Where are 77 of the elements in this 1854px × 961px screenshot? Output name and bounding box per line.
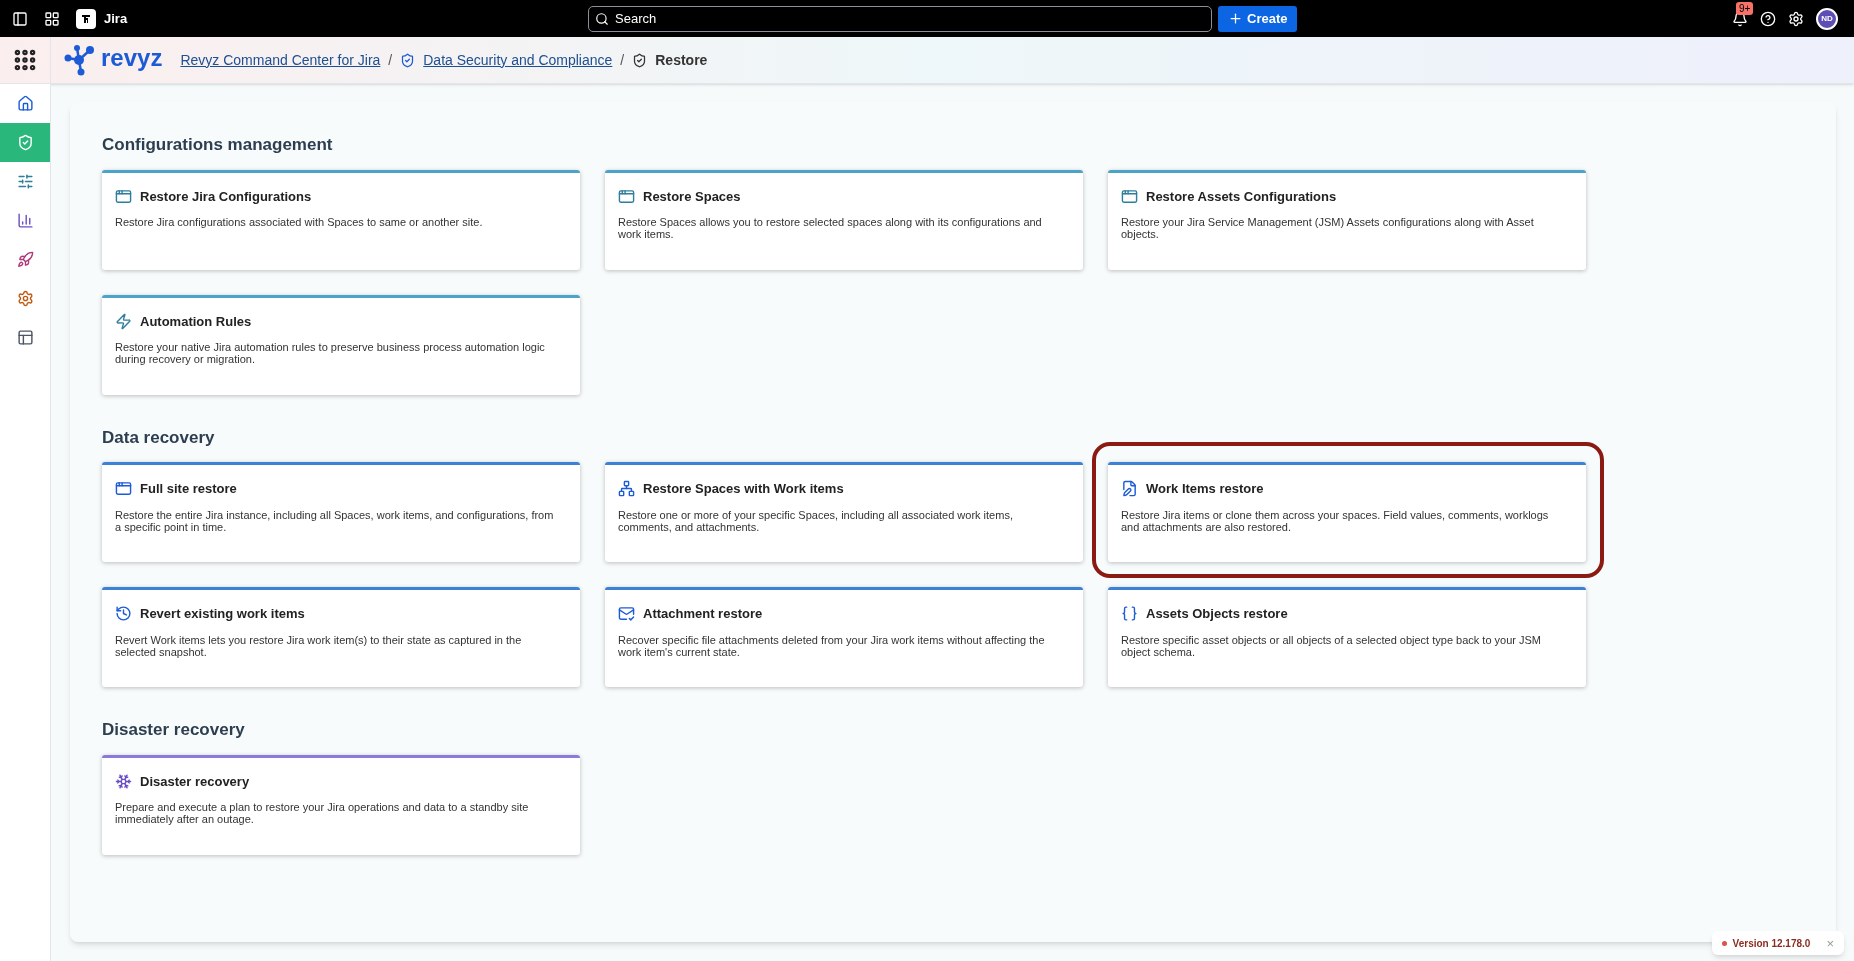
restore-card[interactable]: Restore Assets Configurations Restore your Jira Service Management (JSM) Assets configurations along with Asset objects.: [1108, 169, 1586, 270]
window-icon: [115, 187, 132, 205]
restore-card[interactable]: Attachment restore Recover specific file attachments deleted from your Jira work items without affecting the work item's current state.: [605, 587, 1083, 687]
network-icon: [618, 480, 635, 498]
sliders-icon: [16, 173, 34, 190]
sidebar-toggle-icon[interactable]: [12, 10, 28, 27]
card-title: Revert existing work items: [140, 605, 305, 623]
restore-card[interactable]: Disaster recovery Prepare and execute a plan to restore your Jira operations and data to a standby site immediately after an outage.: [102, 754, 580, 855]
user-avatar[interactable]: ND: [1816, 7, 1838, 30]
breadcrumb-link[interactable]: Data Security and Compliance: [423, 49, 613, 71]
logo-icon: [63, 43, 97, 77]
card-description: Restore the entire Jira instance, including all Spaces, work items, and configurations, from a specific point in time.: [115, 508, 555, 533]
card-title: Full site restore: [140, 480, 237, 498]
restore-card[interactable]: Restore Spaces with Work items Restore one or more of your specific Spaces, including all associated work items, comments, and attachments.: [605, 462, 1083, 562]
app-switcher-icon[interactable]: [44, 10, 60, 27]
breadcrumb-link[interactable]: Revyz Command Center for Jira: [180, 49, 381, 71]
card-description: Restore your native Jira automation rules to preserve business process automation logic during recovery or migration.: [115, 341, 546, 365]
card-title: Restore Assets Configurations: [1146, 187, 1337, 206]
search-field[interactable]: Search: [588, 5, 1212, 32]
restore-card[interactable]: Restore Jira Configurations Restore Jira configurations associated with Spaces to same or another site.: [102, 169, 580, 270]
card-description: Restore one or more of your specific Spaces, including all associated work items, comments, and attachments.: [618, 508, 1014, 533]
app-name[interactable]: Jira: [104, 8, 128, 29]
window-icon: [1121, 187, 1138, 205]
search-icon: [595, 11, 609, 26]
app-menu-icon[interactable]: [12, 47, 38, 73]
shield-icon: [400, 52, 416, 68]
help-icon[interactable]: [1760, 10, 1776, 27]
home-icon: [16, 95, 34, 112]
restore-card[interactable]: Revert existing work items Revert Work items lets you restore Jira work item(s) to their state as captured in the selected snapshot.: [102, 587, 580, 687]
section-title: Configurations management: [102, 134, 334, 156]
lightning-icon: [115, 312, 132, 330]
snowflake-icon: [115, 772, 132, 790]
settings-icon[interactable]: [1788, 10, 1804, 27]
logo-text: revyz: [101, 46, 163, 70]
section-title: Data recovery: [102, 426, 216, 449]
restore-card[interactable]: Restore Spaces Restore Spaces allows you to restore selected spaces along with its configurations and work items.: [605, 169, 1083, 270]
breadcrumb-current: Restore: [655, 50, 708, 70]
card-title: Automation Rules: [140, 312, 252, 331]
plus-icon: [1228, 11, 1243, 26]
card-title: Attachment restore: [643, 605, 763, 623]
card-description: Prepare and execute a plan to restore your Jira operations and data to a standby site immediately after an outage.: [115, 801, 530, 825]
notification-badge: 9+: [1736, 1, 1754, 15]
version-label: Version 12.178.0: [1732, 936, 1811, 951]
card-title: Restore Spaces with Work items: [643, 480, 844, 498]
section-title: Disaster recovery: [102, 719, 246, 741]
card-title: Restore Jira Configurations: [140, 187, 312, 206]
create-button[interactable]: Create: [1218, 5, 1298, 32]
bar-chart-icon: [16, 212, 34, 229]
shield-icon: [632, 52, 648, 68]
card-description: Restore your Jira Service Management (JSM) Assets configurations along with Asset objects.: [1121, 216, 1535, 240]
window-icon: [618, 187, 635, 205]
card-description: Revert Work items lets you restore Jira work item(s) to their state as captured in the selected snapshot.: [115, 633, 523, 658]
history-icon: [115, 605, 132, 623]
breadcrumb-separator: /: [620, 50, 625, 70]
file-edit-icon: [1121, 480, 1138, 498]
card-description: Recover specific file attachments deleted from your Jira work items without affecting the work item's current state.: [618, 633, 1046, 658]
breadcrumb-separator: /: [388, 50, 393, 70]
braces-icon: [1121, 605, 1138, 623]
mail-icon: [618, 605, 635, 623]
shield-check-icon: [16, 134, 34, 151]
layout-icon: [16, 329, 34, 346]
card-title: Restore Spaces: [643, 187, 741, 206]
card-title: Work Items restore: [1146, 480, 1264, 498]
card-title: Disaster recovery: [140, 772, 250, 791]
card-description: Restore Jira configurations associated with Spaces to same or another site.: [115, 216, 484, 228]
card-description: Restore Jira items or clone them across your spaces. Field values, comments, worklogs and attachments are also restored.: [1121, 508, 1550, 533]
jira-logo-icon[interactable]: [76, 8, 96, 29]
window-icon: [115, 480, 132, 498]
card-title: Assets Objects restore: [1146, 605, 1288, 623]
restore-card[interactable]: Automation Rules Restore your native Jira automation rules to preserve business process automation logic during recovery or migration.: [102, 294, 580, 395]
restore-card[interactable]: Full site restore Restore the entire Jira instance, including all Spaces, work items, and configurations, from a specific point in time.: [102, 462, 580, 562]
gear-icon: [16, 290, 34, 307]
restore-card[interactable]: Work Items restore Restore Jira items or clone them across your spaces. Field values, comments, worklogs and attachments are also restored.: [1108, 462, 1586, 562]
card-description: Restore specific asset objects or all objects of a selected object type back to your JSM object schema.: [1121, 633, 1543, 658]
card-description: Restore Spaces allows you to restore selected spaces along with its configurations and work items.: [618, 216, 1043, 240]
rocket-icon: [16, 251, 34, 268]
restore-card[interactable]: Assets Objects restore Restore specific asset objects or all objects of a selected object type back to your JSM object schema.: [1108, 587, 1586, 687]
